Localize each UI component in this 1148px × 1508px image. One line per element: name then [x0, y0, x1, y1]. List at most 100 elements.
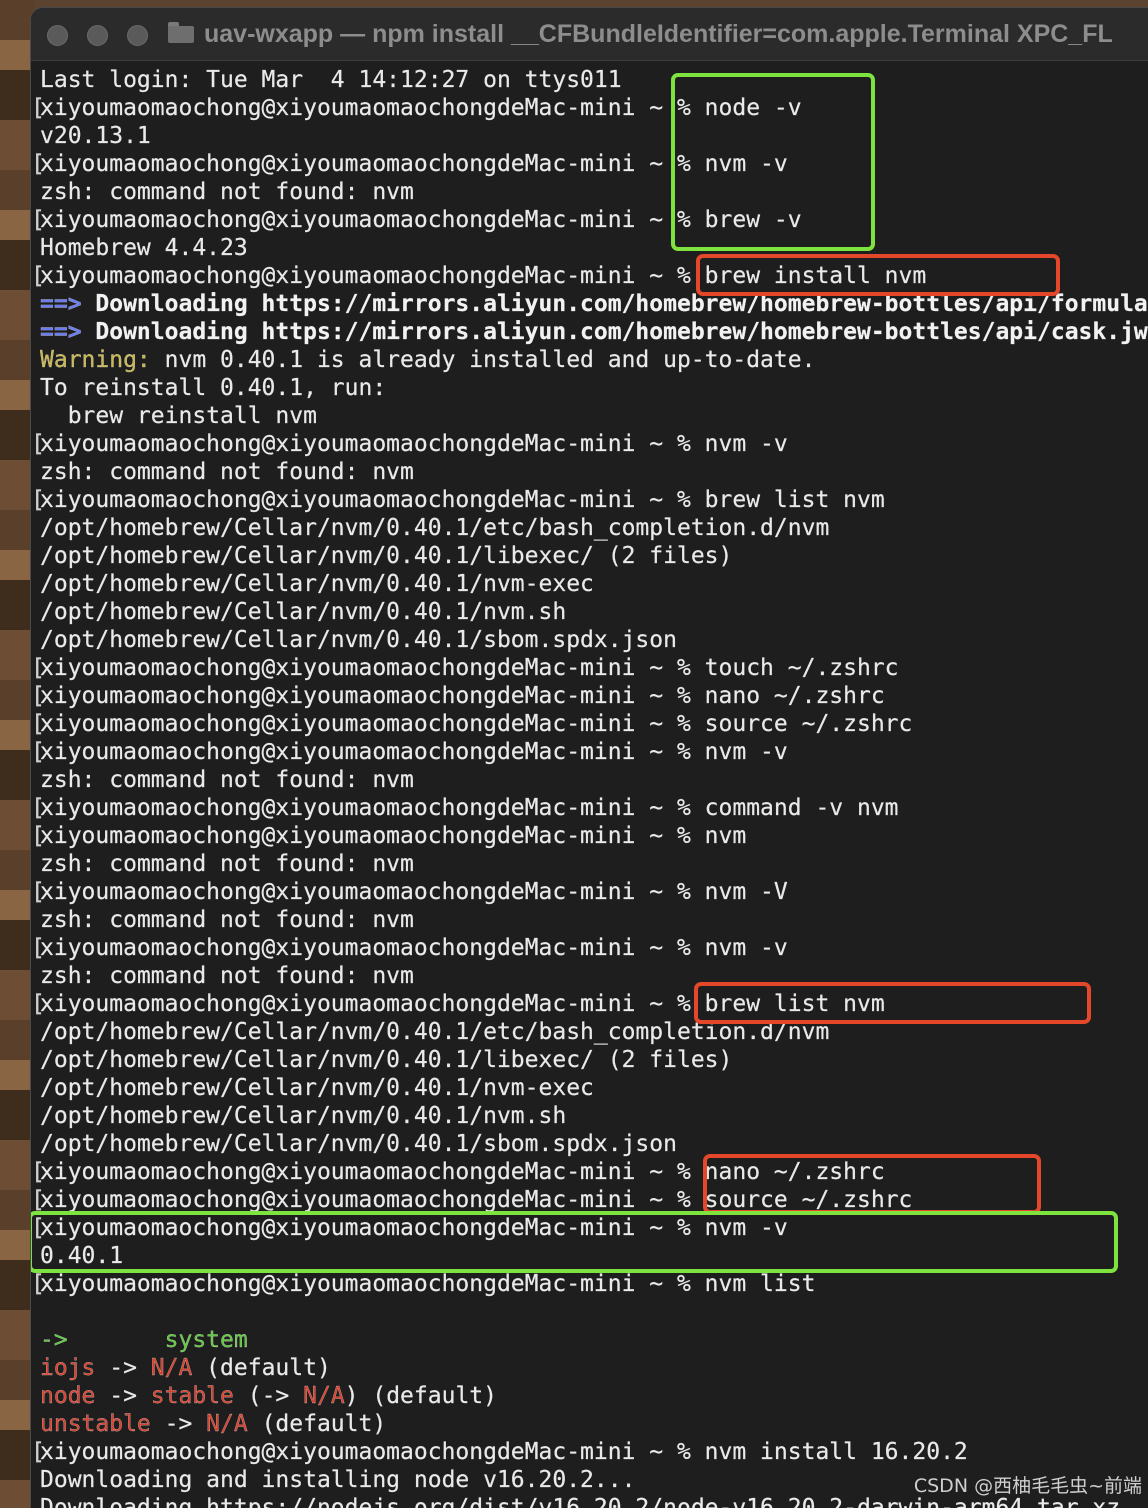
line-content: /opt/homebrew/Cellar/nvm/0.40.1/sbom.spd…: [40, 627, 677, 653]
output-line: iojs -> N/A (default): [31, 1354, 1148, 1382]
line-content: /opt/homebrew/Cellar/nvm/0.40.1/etc/bash…: [40, 515, 830, 541]
prompt-line: [xiyoumaomaochong@xiyoumaomaochongdeMac-…: [31, 878, 1148, 906]
line-content: zsh: command not found: nvm: [40, 907, 414, 933]
line-content: xiyoumaomaochong@xiyoumaomaochongdeMac-m…: [40, 431, 788, 457]
line-text: unstable -> N/A (default): [40, 1410, 386, 1438]
line-content: brew reinstall nvm: [40, 403, 317, 429]
line-text: /opt/homebrew/Cellar/nvm/0.40.1/nvm-exec: [40, 570, 594, 598]
line-content: xiyoumaomaochong@xiyoumaomaochongdeMac-m…: [40, 879, 788, 905]
prompt-line: [xiyoumaomaochong@xiyoumaomaochongdeMac-…: [31, 206, 1148, 234]
line-content: xiyoumaomaochong@xiyoumaomaochongdeMac-m…: [40, 739, 788, 765]
line-text: xiyoumaomaochong@xiyoumaomaochongdeMac-m…: [40, 794, 899, 822]
line-text: v20.13.1: [40, 122, 151, 150]
output-line: /opt/homebrew/Cellar/nvm/0.40.1/etc/bash…: [31, 514, 1148, 542]
arrow-marker: ==>: [40, 291, 82, 317]
line-content: xiyoumaomaochong@xiyoumaomaochongdeMac-m…: [40, 655, 899, 681]
line-content: /opt/homebrew/Cellar/nvm/0.40.1/nvm.sh: [40, 1103, 567, 1129]
arrow-marker: ==>: [40, 319, 82, 345]
prompt-line: [xiyoumaomaochong@xiyoumaomaochongdeMac-…: [31, 738, 1148, 766]
line-text: xiyoumaomaochong@xiyoumaomaochongdeMac-m…: [40, 822, 746, 850]
line-segment: (->: [233, 1383, 304, 1409]
output-line: -> system: [31, 1326, 1148, 1354]
output-line: /opt/homebrew/Cellar/nvm/0.40.1/nvm.sh: [31, 1102, 1148, 1130]
line-segment: ->: [95, 1355, 151, 1381]
line-text: node -> stable (-> N/A) (default): [40, 1382, 497, 1410]
prompt-line: [xiyoumaomaochong@xiyoumaomaochongdeMac-…: [31, 1438, 1148, 1466]
line-segment: unstable: [40, 1411, 151, 1437]
output-line: Last login: Tue Mar 4 14:12:27 on ttys01…: [31, 66, 1148, 94]
warning-label: Warning:: [40, 347, 151, 373]
line-text: Downloading and installing node v16.20.2…: [40, 1466, 636, 1494]
output-line: /opt/homebrew/Cellar/nvm/0.40.1/libexec/…: [31, 1046, 1148, 1074]
line-text: zsh: command not found: nvm: [40, 766, 414, 794]
line-text: xiyoumaomaochong@xiyoumaomaochongdeMac-m…: [40, 1438, 968, 1466]
line-content: /opt/homebrew/Cellar/nvm/0.40.1/nvm.sh: [40, 599, 567, 625]
highlight-box-brew-list: [694, 982, 1091, 1024]
line-content: xiyoumaomaochong@xiyoumaomaochongdeMac-m…: [40, 683, 885, 709]
line-content: xiyoumaomaochong@xiyoumaomaochongdeMac-m…: [40, 1439, 968, 1465]
highlight-box-nvm-success: [31, 1211, 1118, 1273]
output-line: ==> Downloading https://mirrors.aliyun.c…: [31, 318, 1148, 346]
line-content: zsh: command not found: nvm: [40, 179, 414, 205]
output-line: unstable -> N/A (default): [31, 1410, 1148, 1438]
highlight-box-brew-install: [696, 254, 1060, 296]
output-line: node -> stable (-> N/A) (default): [31, 1382, 1148, 1410]
line-text: Last login: Tue Mar 4 14:12:27 on ttys01…: [40, 66, 622, 94]
desktop-background: [0, 0, 34, 1508]
line-text: xiyoumaomaochong@xiyoumaomaochongdeMac-m…: [40, 738, 788, 766]
line-text: Warning: nvm 0.40.1 is already installed…: [40, 346, 816, 374]
line-content: /opt/homebrew/Cellar/nvm/0.40.1/libexec/…: [40, 543, 733, 569]
minimize-button[interactable]: [87, 25, 108, 46]
line-text: /opt/homebrew/Cellar/nvm/0.40.1/libexec/…: [40, 542, 733, 570]
line-text: /opt/homebrew/Cellar/nvm/0.40.1/sbom.spd…: [40, 626, 677, 654]
line-text: xiyoumaomaochong@xiyoumaomaochongdeMac-m…: [40, 682, 885, 710]
prompt-line: [xiyoumaomaochong@xiyoumaomaochongdeMac-…: [31, 1270, 1148, 1298]
line-segment: stable: [150, 1383, 234, 1409]
line-text: /opt/homebrew/Cellar/nvm/0.40.1/nvm-exec: [40, 1074, 594, 1102]
line-text: zsh: command not found: nvm: [40, 458, 414, 486]
zoom-button[interactable]: [127, 25, 148, 46]
output-line: zsh: command not found: nvm: [31, 766, 1148, 794]
highlight-box-zshrc: [703, 1154, 1041, 1214]
line-text: /opt/homebrew/Cellar/nvm/0.40.1/libexec/…: [40, 1046, 733, 1074]
line-content: zsh: command not found: nvm: [40, 963, 414, 989]
line-segment: N/A: [150, 1355, 193, 1381]
window-title: uav-wxapp — npm install __CFBundleIdenti…: [204, 20, 1113, 48]
line-text: /opt/homebrew/Cellar/nvm/0.40.1/etc/bash…: [40, 514, 829, 542]
line-content: nvm 0.40.1 is already installed and up-t…: [150, 347, 816, 373]
line-text: Homebrew 4.4.23: [40, 234, 248, 262]
close-button[interactable]: [47, 25, 68, 46]
title-bar[interactable]: uav-wxapp — npm install __CFBundleIdenti…: [31, 8, 1148, 61]
line-content: xiyoumaomaochong@xiyoumaomaochongdeMac-m…: [40, 823, 747, 849]
line-text: xiyoumaomaochong@xiyoumaomaochongdeMac-m…: [40, 654, 899, 682]
prompt-line: [xiyoumaomaochong@xiyoumaomaochongdeMac-…: [31, 486, 1148, 514]
line-text: xiyoumaomaochong@xiyoumaomaochongdeMac-m…: [40, 710, 913, 738]
line-segment: N/A: [206, 1411, 248, 1437]
line-content: Downloading https://mirrors.aliyun.com/h…: [81, 319, 1148, 345]
line-text: xiyoumaomaochong@xiyoumaomaochongdeMac-m…: [40, 934, 788, 962]
line-text: zsh: command not found: nvm: [40, 906, 414, 934]
line-text: zsh: command not found: nvm: [40, 962, 414, 990]
line-content: zsh: command not found: nvm: [40, 851, 414, 877]
line-content: zsh: command not found: nvm: [40, 459, 414, 485]
line-content: Homebrew 4.4.23: [40, 235, 248, 261]
output-line: zsh: command not found: nvm: [31, 850, 1148, 878]
terminal-window[interactable]: uav-wxapp — npm install __CFBundleIdenti…: [31, 8, 1148, 1508]
line-segment: (default): [247, 1411, 387, 1437]
line-content: /opt/homebrew/Cellar/nvm/0.40.1/sbom.spd…: [40, 1131, 677, 1157]
output-line: zsh: command not found: nvm: [31, 458, 1148, 486]
output-line: /opt/homebrew/Cellar/nvm/0.40.1/nvm-exec: [31, 570, 1148, 598]
output-line: /opt/homebrew/Cellar/nvm/0.40.1/nvm.sh: [31, 598, 1148, 626]
prompt-line: [xiyoumaomaochong@xiyoumaomaochongdeMac-…: [31, 150, 1148, 178]
line-content: /opt/homebrew/Cellar/nvm/0.40.1/nvm-exec: [40, 1075, 594, 1101]
line-text: brew reinstall nvm: [40, 402, 317, 430]
prompt-line: [xiyoumaomaochong@xiyoumaomaochongdeMac-…: [31, 430, 1148, 458]
line-text: zsh: command not found: nvm: [40, 178, 414, 206]
line-content: /opt/homebrew/Cellar/nvm/0.40.1/libexec/…: [40, 1047, 733, 1073]
line-content: To reinstall 0.40.1, run:: [40, 375, 387, 401]
line-segment: node: [40, 1383, 96, 1409]
output-line: /opt/homebrew/Cellar/nvm/0.40.1/libexec/…: [31, 542, 1148, 570]
prompt-line: [xiyoumaomaochong@xiyoumaomaochongdeMac-…: [31, 934, 1148, 962]
line-content: xiyoumaomaochong@xiyoumaomaochongdeMac-m…: [40, 795, 899, 821]
line-text: /opt/homebrew/Cellar/nvm/0.40.1/nvm.sh: [40, 1102, 566, 1130]
